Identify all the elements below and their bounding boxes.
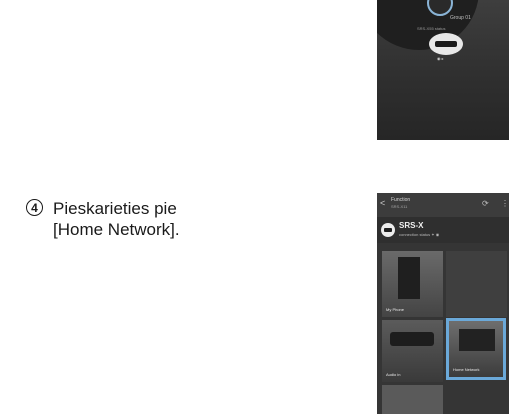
header-title: Function xyxy=(391,197,411,203)
tile-label: Audio in xyxy=(386,372,401,377)
step-text: Pieskarieties pie [Home Network]. xyxy=(53,198,253,240)
back-icon[interactable]: < xyxy=(380,198,385,208)
refresh-icon[interactable]: ⟳ xyxy=(482,199,489,208)
step-text-line2: [Home Network]. xyxy=(53,220,180,239)
screenshot-function-view: < Function SRS-X11 ⟳ ⋮ SRS-X connection … xyxy=(377,193,509,414)
speaker-icon[interactable] xyxy=(429,33,463,55)
device-status: connection status ✦ ◉ xyxy=(399,232,440,237)
screenshot-group-view: Group 01 SRS-X55 status ◉ ▸ xyxy=(377,0,509,140)
speaker-label: ◉ ▸ xyxy=(437,56,444,61)
app-header: < Function SRS-X11 ⟳ ⋮ xyxy=(377,193,509,217)
step-number: 4 xyxy=(26,199,43,216)
header-subtitle: SRS-X11 xyxy=(391,204,408,209)
tile-partial[interactable] xyxy=(382,385,443,414)
tile-audio-in[interactable]: Audio in xyxy=(382,320,443,382)
step-text-line1: Pieskarieties pie xyxy=(53,199,177,218)
group-name: Group 01 xyxy=(450,15,471,21)
device-name: SRS-X xyxy=(399,221,424,230)
tile-empty xyxy=(446,251,507,317)
tile-label: Home Network xyxy=(453,367,480,372)
tile-home-network[interactable]: Home Network xyxy=(446,318,506,380)
group-status: SRS-X55 status xyxy=(417,26,446,31)
device-row[interactable]: SRS-X connection status ✦ ◉ xyxy=(377,217,509,243)
more-icon[interactable]: ⋮ xyxy=(501,199,509,208)
speaker-device-icon xyxy=(381,223,395,237)
tile-label: My Phone xyxy=(386,307,405,312)
tile-my-phone[interactable]: My Phone xyxy=(382,251,443,317)
